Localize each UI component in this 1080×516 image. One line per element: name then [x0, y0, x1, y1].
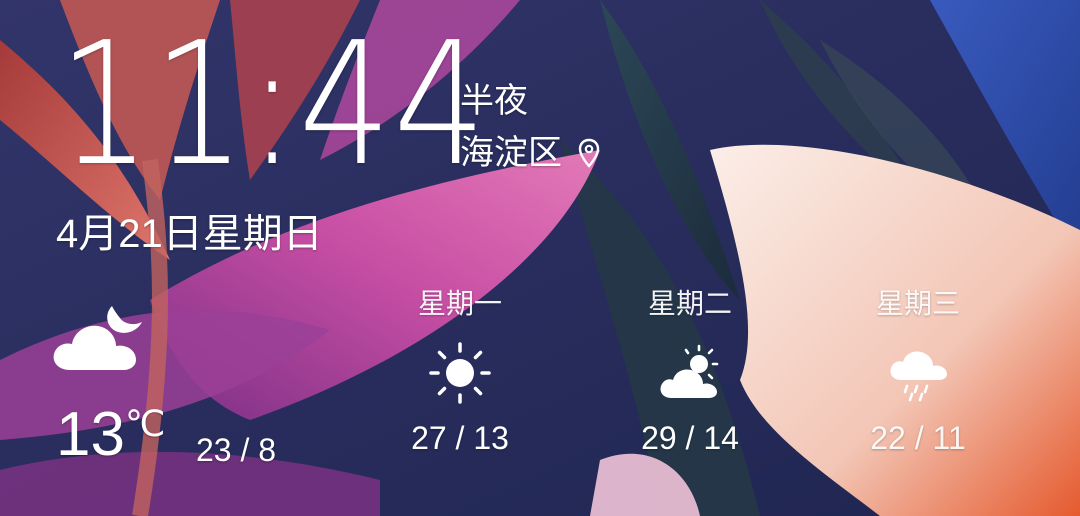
forecast-icon [390, 340, 530, 406]
today-temp-range: 23 / 8 [196, 432, 277, 468]
current-temperature: 13℃ [56, 404, 165, 466]
location-pin-icon [578, 138, 600, 168]
clock-hours: 11 [58, 6, 248, 204]
clock: 11:44 [58, 20, 488, 190]
forecast-temp-range: 27 / 13 [411, 420, 509, 456]
rain-icon [890, 351, 947, 402]
date: 4月21日星期日 [56, 212, 323, 256]
sunny-icon [429, 342, 491, 404]
location-name: 海淀区 [460, 134, 562, 172]
forecast-day-1[interactable]: 星期一 27 / 13 [390, 288, 530, 456]
forecast-day-3[interactable]: 星期三 22 / 11 [848, 288, 988, 456]
clock-separator: : [247, 6, 299, 204]
cloudy-night-icon[interactable] [50, 296, 150, 376]
temperature-unit: ℃ [124, 403, 166, 444]
forecast-temp-range: 29 / 14 [641, 420, 739, 456]
partly-cloudy-icon [660, 344, 719, 398]
forecast-day-label: 星期二 [647, 288, 732, 319]
forecast-icon [620, 340, 760, 406]
forecast-icon [848, 340, 988, 406]
forecast-day-label: 星期一 [417, 288, 502, 319]
forecast-day-label: 星期三 [875, 288, 960, 319]
time-period: 半夜 [460, 82, 528, 120]
forecast-day-2[interactable]: 星期二 29 / 14 [620, 288, 760, 456]
temperature-value: 13 [56, 400, 125, 469]
forecast-temp-range: 22 / 11 [870, 420, 966, 456]
lockscreen-widget: 11:44 半夜 海淀区 4月21日星期日 13℃ 23 / 8 星期一 27 … [0, 0, 1080, 516]
location[interactable]: 海淀区 [460, 136, 600, 170]
